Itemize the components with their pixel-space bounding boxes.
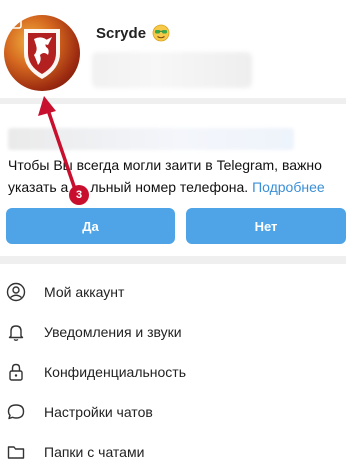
annotation-step-number: 3 bbox=[75, 189, 83, 201]
menu-item-label: Конфиденциальность bbox=[44, 364, 187, 380]
no-button[interactable]: Нет bbox=[186, 208, 346, 244]
camera-icon[interactable] bbox=[4, 15, 22, 29]
notice-text: Чтобы Вы всегда могли заити в Telegram, … bbox=[8, 154, 346, 198]
notice-line-2: указать а льный номер телефона. Подробнее bbox=[8, 176, 346, 198]
menu-item-label: Настройки чатов bbox=[44, 404, 153, 420]
menu-item-label: Уведомления и звуки bbox=[44, 324, 182, 340]
menu-item-label: Папки с чатами bbox=[44, 444, 145, 460]
menu-item-privacy[interactable]: Конфиденциальность bbox=[0, 352, 346, 392]
menu-item-label: Мой аккаунт bbox=[44, 284, 125, 300]
profile-header: Scryde bbox=[0, 0, 346, 98]
notice-line-2-mid: льный номер телефона. bbox=[90, 179, 249, 195]
profile-avatar[interactable] bbox=[4, 15, 80, 91]
blurred-notice-title bbox=[8, 128, 294, 150]
section-divider bbox=[0, 256, 346, 264]
blurred-phone-number bbox=[92, 52, 252, 88]
notice-line-1: Чтобы Вы всегда могли заити в Telegram, … bbox=[8, 157, 322, 173]
phone-notice-card: Чтобы Вы всегда могли заити в Telegram, … bbox=[0, 104, 346, 256]
menu-item-chat-folders[interactable]: Папки с чатами bbox=[0, 432, 346, 470]
yes-button[interactable]: Да bbox=[6, 208, 175, 244]
more-link[interactable]: Подробнее bbox=[252, 179, 325, 195]
profile-name: Scryde bbox=[96, 24, 170, 42]
menu-item-notifications[interactable]: Уведомления и звуки bbox=[0, 312, 346, 352]
account-icon bbox=[6, 282, 26, 302]
folder-icon bbox=[7, 446, 25, 459]
bell-icon bbox=[8, 325, 24, 341]
menu-item-my-account[interactable]: Мой аккаунт bbox=[0, 272, 346, 312]
profile-name-text: Scryde bbox=[96, 24, 147, 42]
sunglasses-emoji-icon bbox=[152, 24, 170, 42]
chat-bubble-icon bbox=[7, 404, 25, 420]
lock-icon bbox=[9, 363, 23, 381]
notice-line-2-start: указать а bbox=[8, 179, 69, 195]
menu-item-chat-settings[interactable]: Настройки чатов bbox=[0, 392, 346, 432]
